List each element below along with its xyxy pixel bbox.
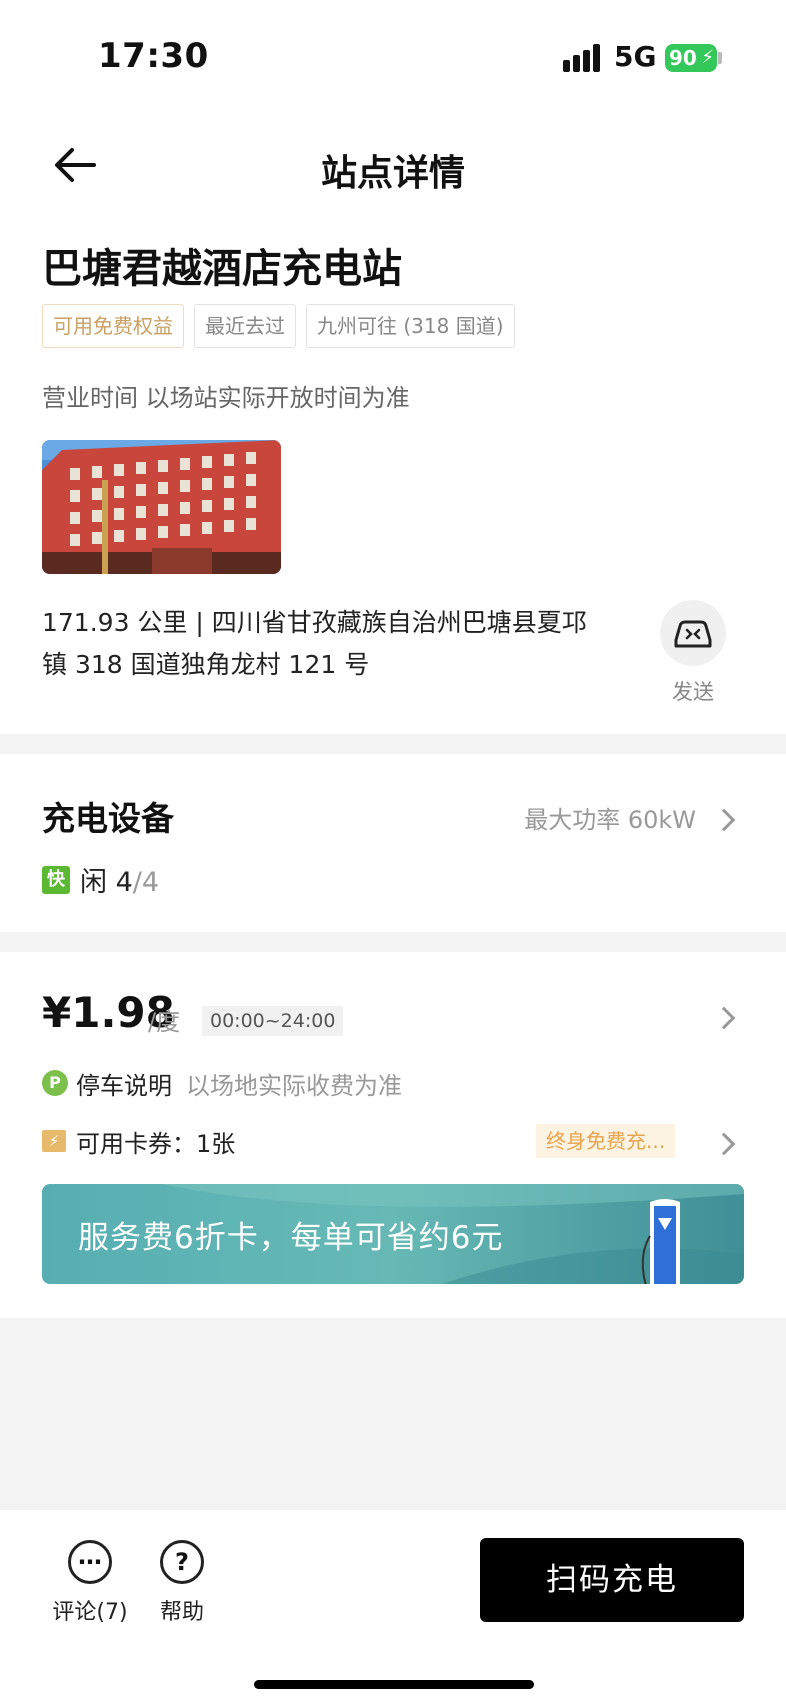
station-name: 巴塘君越酒店充电站	[42, 246, 402, 292]
battery-level: 90	[669, 46, 697, 70]
equipment-card[interactable]: 充电设备 最大功率 60kW 快 闲 4/4	[0, 754, 786, 932]
parking-label: 停车说明	[76, 1072, 172, 1100]
parking-icon: P	[42, 1070, 68, 1096]
idle-label: 闲	[80, 867, 107, 898]
business-hours: 营业时间 以场站实际开放时间为准	[42, 384, 410, 412]
comment-button[interactable]: ⋯ 评论(7)	[50, 1540, 130, 1626]
page: 17:30 5G 90 ⚡ 站点详情 巴塘君越酒店充电站 可用免费权益 最近去过 …	[0, 0, 786, 1704]
total-count: /4	[132, 867, 160, 898]
network-label: 5G	[614, 40, 657, 73]
coupon-label: 可用卡券：1张	[76, 1130, 236, 1158]
tag-recent: 最近去过	[194, 304, 296, 348]
charger-icon	[641, 1199, 680, 1284]
banner-text: 服务费6折卡，每单可省约6元	[78, 1220, 504, 1256]
station-address: 171.93 公里 | 四川省甘孜藏族自治州巴塘县夏邛镇 318 国道独角龙村 …	[42, 608, 587, 679]
signal-icon	[563, 44, 605, 72]
send-label: 发送	[672, 680, 714, 704]
price-unit: /度	[148, 1008, 181, 1036]
navbar: 站点详情	[0, 110, 786, 220]
chevron-right-icon	[712, 808, 736, 832]
battery-icon: 90 ⚡	[665, 44, 717, 72]
fast-charge-badge: 快	[42, 866, 70, 894]
max-power: 最大功率 60kW	[524, 806, 696, 834]
help-button[interactable]: ? 帮助	[142, 1540, 222, 1626]
parking-note: 以场地实际收费为准	[186, 1072, 402, 1100]
coupon-icon: ⚡	[42, 1130, 66, 1152]
help-icon: ?	[160, 1540, 204, 1584]
page-title: 站点详情	[320, 153, 465, 194]
tag-route: 九州可往 (318 国道)	[306, 304, 515, 348]
hotel-image	[42, 440, 281, 574]
bottom-bar: ⋯ 评论(7) ? 帮助 扫码充电	[0, 1510, 786, 1704]
help-label: 帮助	[159, 1600, 204, 1625]
service-fee-banner[interactable]: 服务费6折卡，每单可省约6元	[42, 1184, 744, 1284]
scan-charge-button[interactable]: 扫码充电	[480, 1538, 744, 1622]
status-time: 17:30	[98, 36, 209, 76]
tag-free-benefit: 可用免费权益	[42, 304, 184, 348]
send-to-car-button[interactable]	[660, 600, 726, 666]
station-card: 巴塘君越酒店充电站 可用免费权益 最近去过 九州可往 (318 国道) 营业时间…	[0, 220, 786, 734]
price-chevron-icon[interactable]	[712, 1006, 736, 1030]
price-time-range: 00:00~24:00	[202, 1006, 344, 1036]
coupon-chevron-icon[interactable]	[712, 1132, 736, 1156]
equipment-title: 充电设备	[42, 799, 174, 838]
station-photo[interactable]	[42, 440, 281, 574]
battery-cap	[718, 52, 722, 64]
comment-icon: ⋯	[68, 1540, 112, 1584]
station-tags: 可用免费权益 最近去过 九州可往 (318 国道)	[42, 304, 515, 348]
pricing-card: ¥1.98 /度 00:00~24:00 P 停车说明 以场地实际收费为准 ⚡ …	[0, 952, 786, 1318]
coupon-promo-badge[interactable]: 终身免费充...	[536, 1124, 676, 1158]
status-bar: 17:30 5G 90 ⚡	[0, 0, 786, 110]
idle-count: 4	[115, 867, 133, 898]
comment-label: 评论(7)	[52, 1600, 128, 1625]
idle-status: 闲 4/4	[80, 860, 159, 899]
car-send-icon	[674, 620, 712, 648]
home-indicator	[254, 1680, 534, 1689]
